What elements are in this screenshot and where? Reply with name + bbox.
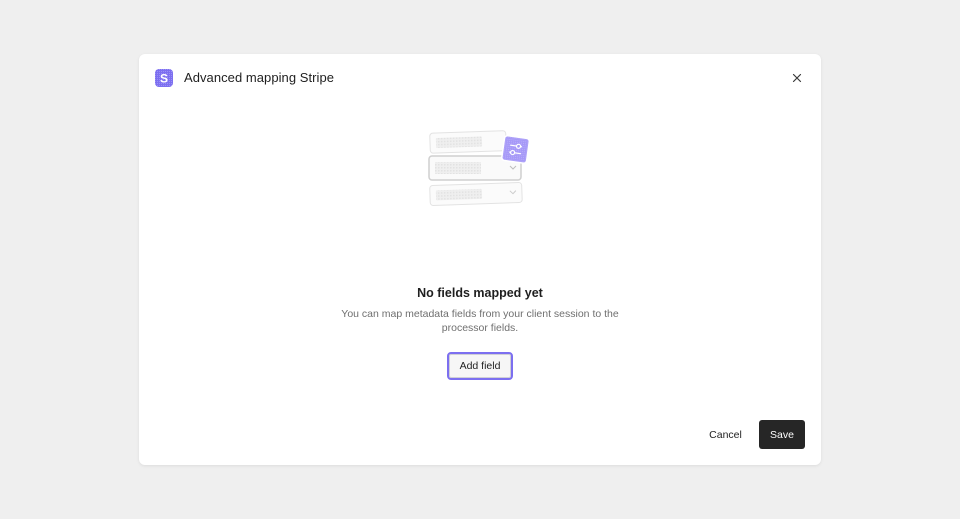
stripe-logo-icon: S xyxy=(155,69,173,87)
cancel-button[interactable]: Cancel xyxy=(700,421,751,448)
empty-state-description: You can map metadata fields from your cl… xyxy=(341,308,619,334)
mapping-fields-illustration xyxy=(426,128,534,212)
add-field-button[interactable]: Add field xyxy=(447,352,513,380)
empty-state-title: No fields mapped yet xyxy=(417,286,543,300)
svg-text:S: S xyxy=(160,72,168,86)
dialog-header: S Advanced mapping Stripe xyxy=(155,69,805,87)
save-button[interactable]: Save xyxy=(759,420,805,449)
close-button[interactable] xyxy=(789,70,805,86)
close-icon xyxy=(789,73,805,89)
dialog-title: Advanced mapping Stripe xyxy=(184,70,335,85)
advanced-mapping-dialog: S Advanced mapping Stripe No fields mapp… xyxy=(139,54,821,465)
